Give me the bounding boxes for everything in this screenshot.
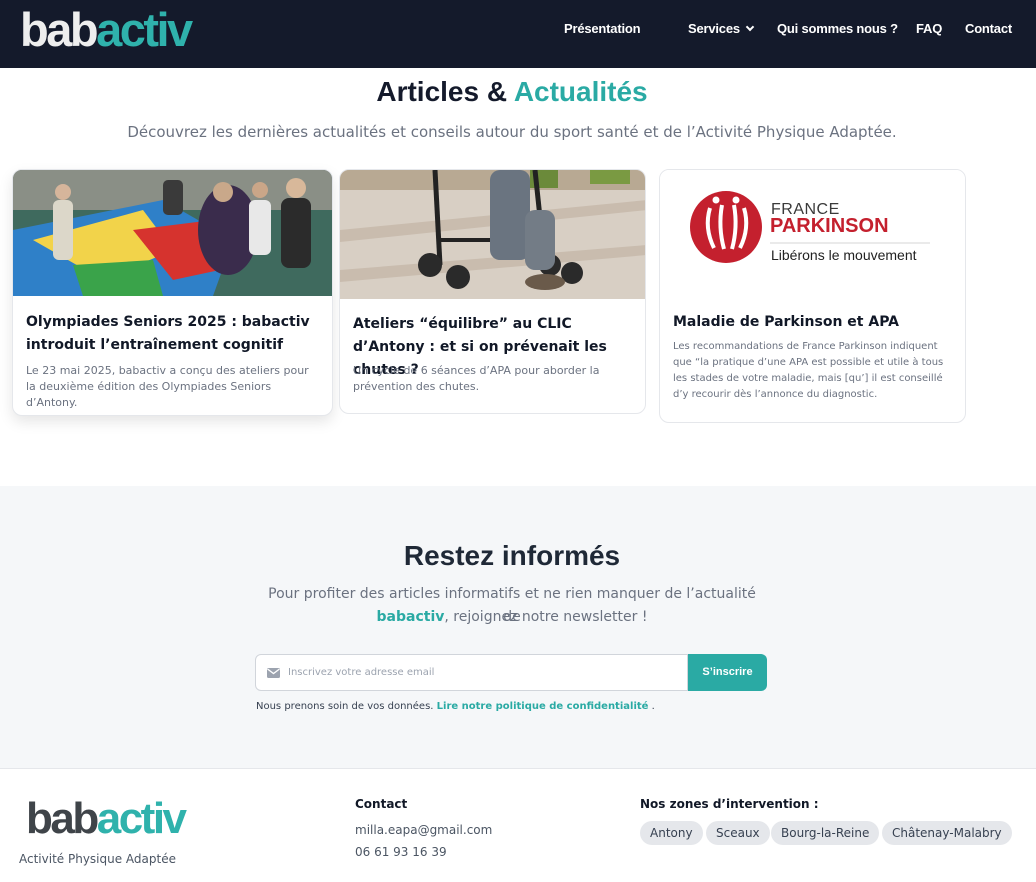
footer-logo-part1: bab	[26, 794, 99, 843]
newsletter-text-end: , rejoignez notre newsletter !	[444, 609, 648, 625]
article-image-olympiades	[13, 170, 332, 296]
article-card-parkinson[interactable]: FRANCE PARKINSON Libérons le mouvement M…	[659, 169, 966, 423]
newsletter-title: Restez informés	[403, 540, 621, 571]
article-desc-parkinson: Les recommandations de France Parkinson …	[673, 341, 944, 400]
article-image-equilibre	[340, 170, 645, 299]
newsletter-brand: babactiv	[376, 609, 445, 625]
chevron-down-icon	[745, 22, 755, 32]
articles-title-part1: Articles &	[376, 76, 514, 107]
zone-tag-sceaux: Sceaux	[706, 821, 770, 845]
article-desc-equilibre: Un cycle de 6 séances d’APA pour aborder…	[353, 364, 600, 393]
nav-item-faq[interactable]: FAQ	[916, 21, 942, 36]
nav-item-qui-sommes-nous[interactable]: Qui sommes nous ?	[777, 21, 898, 36]
articles-section-title: Articles & Actualités	[0, 76, 1024, 108]
privacy-end: .	[651, 701, 655, 712]
logo-part1: bab	[20, 3, 99, 56]
nav-services-label: Services	[688, 21, 740, 36]
zone-tag-antony: Antony	[640, 821, 703, 845]
mail-icon	[267, 668, 280, 678]
nav-item-contact[interactable]: Contact	[965, 21, 1012, 36]
footer-divider	[0, 768, 1036, 769]
logo-part2: activ	[96, 3, 193, 56]
newsletter-text-line2: babactiv, rejoignez notre newsletter !	[262, 606, 762, 629]
articles-title-accent: Actualités	[513, 76, 648, 107]
babactiv-logo[interactable]: babactiv	[20, 6, 193, 53]
footer-logo[interactable]: babactiv	[26, 794, 187, 843]
article-desc-olympiades: Le 23 mai 2025, babactiv a conçu des ate…	[26, 364, 309, 409]
articles-subtitle: Découvrez les dernières actualités et co…	[127, 123, 897, 141]
privacy-note: Nous prenons soin de vos données. Lire n…	[256, 701, 655, 712]
parkinson-logo-line2: PARKINSON	[770, 215, 889, 237]
nav-item-presentation[interactable]: Présentation	[564, 21, 641, 36]
email-field-wrapper	[255, 654, 688, 691]
article-title-olympiades[interactable]: Olympiades Seniors 2025 : babactiv intro…	[26, 311, 320, 357]
nav-item-services[interactable]: Services	[688, 21, 755, 36]
email-input[interactable]	[288, 655, 678, 690]
article-card-olympiades[interactable]: Olympiades Seniors 2025 : babactiv intro…	[12, 169, 333, 416]
footer-tagline: Activité Physique Adaptée	[19, 852, 176, 866]
zone-tag-bourg-la-reine: Bourg-la-Reine	[771, 821, 880, 845]
top-navigation: babactiv Présentation Services Qui somme…	[0, 0, 1036, 68]
privacy-text: Nous prenons soin de vos données.	[256, 701, 434, 712]
footer-contact-heading: Contact	[355, 797, 408, 811]
footer-zones-heading: Nos zones d’intervention :	[640, 797, 819, 811]
footer-phone[interactable]: 06 61 93 16 39	[355, 845, 447, 859]
privacy-policy-link[interactable]: Lire notre politique de confidentialité	[437, 701, 649, 712]
article-title-parkinson[interactable]: Maladie de Parkinson et APA	[673, 311, 953, 334]
zone-tag-chatenay-malabry: Châtenay-Malabry	[882, 821, 1012, 845]
article-card-equilibre[interactable]: Ateliers “équilibre” au CLIC d’Antony : …	[339, 169, 646, 414]
subscribe-button[interactable]: S’inscrire	[688, 654, 767, 691]
parkinson-logo-tagline: Libérons le mouvement	[771, 247, 917, 263]
footer-logo-part2: activ	[96, 794, 187, 843]
footer-email[interactable]: milla.eapa@gmail.com	[355, 823, 492, 837]
